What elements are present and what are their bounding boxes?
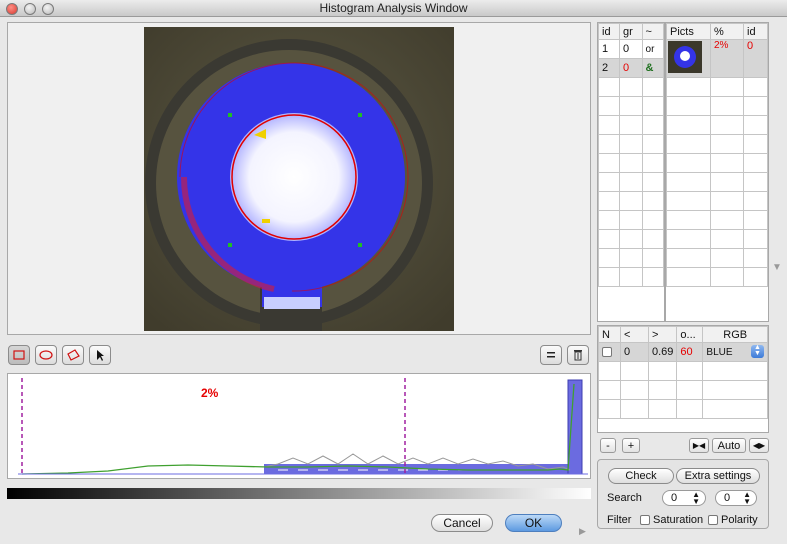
pointer-tool-button[interactable]	[89, 345, 111, 365]
table-row[interactable]: 0 0.69 60 BLUE ▲ ▼	[598, 342, 768, 362]
step-back-button[interactable]: ▶◀	[689, 438, 709, 453]
table-row[interactable]: 2 0 &	[598, 58, 665, 78]
trash-icon	[574, 350, 582, 361]
check-button[interactable]: Check	[608, 468, 674, 484]
col-picts[interactable]: Picts	[666, 23, 711, 40]
window-title: Histogram Analysis Window	[319, 1, 468, 15]
resize-arrow-icon: ▶	[579, 526, 586, 536]
grayscale-gradient-bar	[7, 488, 591, 499]
filter-label: Filter	[607, 514, 632, 526]
groups-table-panel: id gr ~ 1 0 or 2 0 &	[597, 22, 665, 322]
step-forward-icon: ◀▶	[752, 441, 766, 450]
auto-button[interactable]: Auto	[712, 438, 746, 453]
polarity-checkbox[interactable]	[708, 515, 718, 525]
title-bar: Histogram Analysis Window	[0, 0, 787, 17]
extra-settings-button[interactable]: Extra settings	[676, 468, 760, 484]
row-enable-checkbox[interactable]	[602, 346, 612, 357]
histogram-chart	[18, 378, 588, 475]
picts-table-panel: Picts % id 2% 0	[665, 22, 769, 322]
col-id[interactable]: id	[598, 23, 620, 40]
col-n[interactable]: N	[598, 326, 621, 343]
remove-range-button[interactable]: -	[600, 438, 616, 453]
cancel-button[interactable]: Cancel	[431, 514, 493, 532]
collapse-arrow-icon[interactable]: ▼	[772, 262, 782, 273]
analyzed-image	[144, 27, 454, 331]
col-sym[interactable]: ~	[641, 23, 665, 40]
table-row[interactable]: 1 0 or	[598, 39, 665, 59]
equalize-button[interactable]	[540, 345, 562, 365]
add-range-button[interactable]: +	[622, 438, 640, 453]
range-table: N < > o... RGB 0 0.69 60 BLUE ▲ ▼	[598, 326, 768, 419]
stepper-arrows-icon: ▲ ▼	[692, 490, 700, 506]
stepper-arrows-icon: ▲ ▼	[743, 490, 751, 506]
saturation-label: Saturation	[653, 514, 704, 526]
polarity-label: Polarity	[721, 514, 758, 526]
histogram-panel[interactable]: 2%	[7, 373, 591, 479]
rgb-select-stepper[interactable]: ▲ ▼	[751, 344, 764, 358]
saturation-checkbox[interactable]	[640, 515, 650, 525]
rect-tool-button[interactable]	[8, 345, 30, 365]
step-forward-button[interactable]: ◀▶	[749, 438, 769, 453]
pict-thumbnail	[668, 41, 702, 73]
step-back-icon: ▶◀	[692, 441, 706, 450]
col-gt[interactable]: >	[647, 326, 678, 343]
image-view[interactable]	[7, 22, 591, 335]
groups-table: id gr ~ 1 0 or 2 0 &	[598, 23, 665, 287]
col-gr[interactable]: gr	[618, 23, 643, 40]
pointer-icon	[97, 350, 104, 361]
equals-icon	[547, 352, 555, 358]
col-percent[interactable]: %	[709, 23, 745, 40]
range-table-panel: N < > o... RGB 0 0.69 60 BLUE ▲ ▼	[597, 325, 769, 433]
picts-table: Picts % id 2% 0	[666, 23, 768, 287]
col-o[interactable]: o...	[676, 326, 704, 343]
search-stepper-a[interactable]: 0 ▲ ▼	[662, 490, 706, 506]
histogram-percent-label: 2%	[201, 386, 219, 400]
polygon-tool-icon	[67, 349, 80, 361]
ellipse-tool-button[interactable]	[35, 345, 57, 365]
col-rgb[interactable]: RGB	[702, 326, 768, 343]
table-row[interactable]: 2% 0	[666, 39, 768, 78]
delete-button[interactable]	[567, 345, 589, 365]
ok-button[interactable]: OK	[505, 514, 562, 532]
col-lt[interactable]: <	[620, 326, 649, 343]
ellipse-tool-icon	[39, 350, 53, 360]
settings-group: Check Extra settings Search 0 ▲ ▼ 0 ▲ ▼ Fi…	[597, 459, 769, 529]
rect-tool-icon	[13, 350, 25, 360]
polygon-tool-button[interactable]	[62, 345, 84, 365]
search-stepper-b[interactable]: 0 ▲ ▼	[715, 490, 757, 506]
search-label: Search	[607, 492, 642, 504]
rgb-value: BLUE	[706, 346, 733, 358]
col-pict-id[interactable]: id	[743, 23, 768, 40]
